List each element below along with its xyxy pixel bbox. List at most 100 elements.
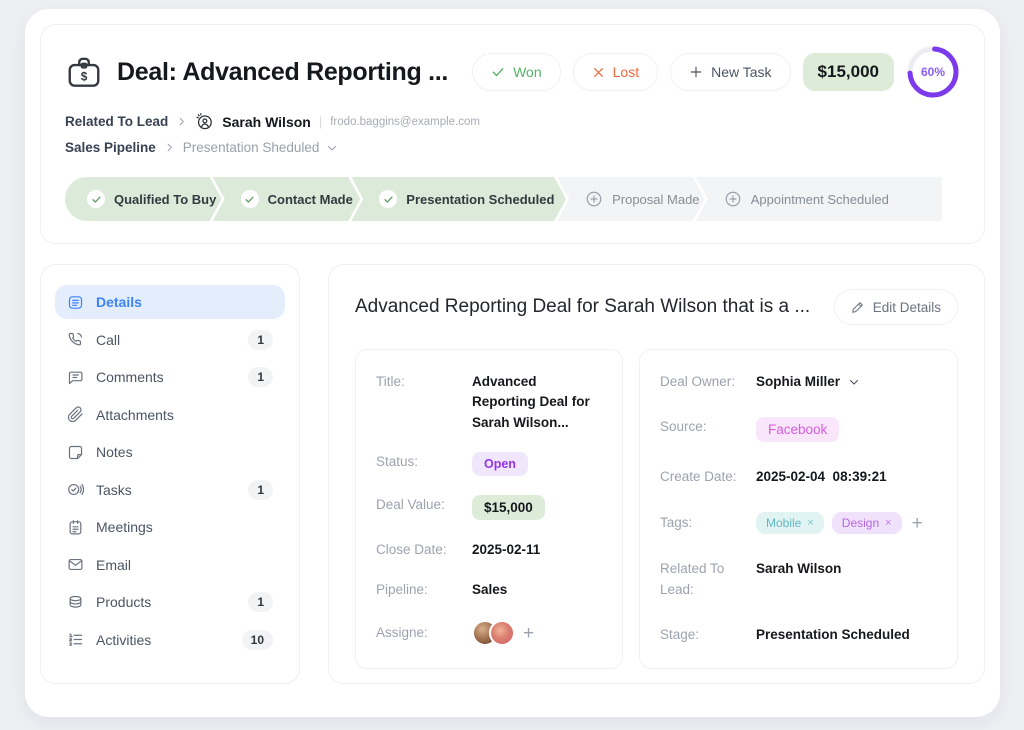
assignee-row: Assigne: + xyxy=(376,620,602,646)
stage-contact-made[interactable]: Contact Made xyxy=(213,177,361,221)
count-badge: 1 xyxy=(248,480,273,500)
field-label: Title: xyxy=(376,372,472,393)
stage-value: Presentation Scheduled xyxy=(756,625,910,645)
pipeline-stage-bar: Qualified To Buy Contact Made Presentati… xyxy=(65,177,960,221)
sidebar-item-email[interactable]: Email xyxy=(55,548,285,582)
won-label: Won xyxy=(513,64,542,80)
stage-proposal-made[interactable]: Proposal Made xyxy=(557,177,705,221)
stage-presentation-scheduled[interactable]: Presentation Scheduled xyxy=(351,177,566,221)
meeting-clipboard-icon xyxy=(67,519,84,536)
field-label: Assigne: xyxy=(376,623,472,644)
new-task-button[interactable]: New Task xyxy=(670,53,790,91)
pipeline-value: Sales xyxy=(472,580,507,600)
breadcrumb-pipeline: Sales Pipeline Presentation Sheduled xyxy=(65,140,960,155)
sidebar-item-label: Comments xyxy=(96,369,164,385)
lead-name-link[interactable]: Sarah Wilson xyxy=(222,114,311,130)
won-button[interactable]: Won xyxy=(472,53,561,91)
sidebar-item-products[interactable]: Products 1 xyxy=(55,585,285,619)
sidebar-item-label: Activities xyxy=(96,632,151,648)
count-badge: 1 xyxy=(248,330,273,350)
envelope-icon xyxy=(67,556,84,573)
add-tag-button[interactable]: + xyxy=(912,514,923,533)
stage-appointment-scheduled[interactable]: Appointment Scheduled xyxy=(696,177,942,221)
note-icon xyxy=(67,444,84,461)
sidebar-item-label: Tasks xyxy=(96,482,132,498)
sidebar-item-label: Notes xyxy=(96,444,133,460)
stage-label: Presentation Scheduled xyxy=(406,192,554,207)
close-date-value: 2025-02-11 xyxy=(472,540,540,560)
stage-label: Contact Made xyxy=(268,192,353,207)
stage-label: Appointment Scheduled xyxy=(751,192,889,207)
field-label: Deal Owner: xyxy=(660,372,756,393)
comment-icon xyxy=(67,369,84,386)
deal-value-row: Deal Value: $15,000 xyxy=(376,495,602,520)
chevron-down-icon xyxy=(326,142,338,154)
sidebar-item-attachments[interactable]: Attachments xyxy=(55,398,285,432)
stage-plus-icon xyxy=(724,190,742,208)
paperclip-icon xyxy=(67,406,84,423)
deal-page: $ Deal: Advanced Reporting ... Won Lost xyxy=(25,9,1000,717)
stage-label: Qualified To Buy xyxy=(114,192,216,207)
pipeline-name-link[interactable]: Sales Pipeline xyxy=(65,140,156,155)
details-icon xyxy=(67,294,84,311)
sidebar-item-details[interactable]: Details xyxy=(55,285,285,319)
sidebar-item-label: Call xyxy=(96,332,120,348)
tags-row: Tags: Mobile × Design × + xyxy=(660,512,937,534)
deal-owner-select[interactable]: Sophia Miller xyxy=(756,372,860,392)
sidebar-item-label: Attachments xyxy=(96,407,174,423)
lost-button[interactable]: Lost xyxy=(573,53,658,91)
plus-icon xyxy=(689,65,703,79)
field-label: Stage: xyxy=(660,625,756,646)
status-badge: Open xyxy=(472,452,528,476)
sidebar-item-tasks[interactable]: Tasks 1 xyxy=(55,473,285,507)
lead-person-icon xyxy=(195,112,214,131)
stage-label: Proposal Made xyxy=(612,192,699,207)
count-badge: 10 xyxy=(242,630,273,650)
progress-label: 60% xyxy=(906,45,960,99)
stage-select[interactable]: Presentation Sheduled xyxy=(183,140,339,155)
sidebar-item-label: Email xyxy=(96,557,131,573)
edit-details-button[interactable]: Edit Details xyxy=(834,289,958,325)
field-label: Deal Value: xyxy=(376,495,472,516)
stage-qualified-to-buy[interactable]: Qualified To Buy xyxy=(65,177,222,221)
deal-title: Advanced Reporting Deal for Sarah Wilson… xyxy=(355,296,810,318)
related-lead-row: Related To Lead: Sarah Wilson xyxy=(660,559,937,601)
new-task-label: New Task xyxy=(711,64,771,80)
tag-mobile: Mobile × xyxy=(756,512,824,534)
x-icon xyxy=(592,66,605,79)
tag-label: Design xyxy=(842,516,879,530)
pipeline-row: Pipeline: Sales xyxy=(376,580,602,601)
remove-tag-icon[interactable]: × xyxy=(885,517,891,529)
edit-details-label: Edit Details xyxy=(873,300,941,315)
remove-tag-icon[interactable]: × xyxy=(807,517,813,529)
deal-header-card: $ Deal: Advanced Reporting ... Won Lost xyxy=(40,24,985,244)
divider: | xyxy=(319,114,322,129)
sidebar-item-call[interactable]: Call 1 xyxy=(55,323,285,357)
phone-icon xyxy=(67,331,84,348)
sidebar-item-label: Details xyxy=(96,294,142,310)
chevron-right-icon xyxy=(164,142,175,153)
field-label: Status: xyxy=(376,452,472,473)
status-row: Status: Open xyxy=(376,452,602,476)
stage-plus-icon xyxy=(585,190,603,208)
field-label: Pipeline: xyxy=(376,580,472,601)
deal-amount-badge: $15,000 xyxy=(803,53,894,91)
create-date-value: 2025-02-04 08:39:21 xyxy=(756,467,887,487)
field-label: Create Date: xyxy=(660,467,756,488)
source-row: Source: Facebook xyxy=(660,417,937,442)
field-label: Source: xyxy=(660,417,756,438)
owner-row: Deal Owner: Sophia Miller xyxy=(660,372,937,393)
sidebar-item-meetings[interactable]: Meetings xyxy=(55,510,285,544)
deal-value-badge: $15,000 xyxy=(472,495,545,520)
sidebar-item-notes[interactable]: Notes xyxy=(55,435,285,469)
sidebar-item-activities[interactable]: Activities 10 xyxy=(55,623,285,657)
chevron-down-icon xyxy=(848,376,860,388)
deal-title-value: Advanced Reporting Deal for Sarah Wilson… xyxy=(472,372,602,433)
add-assignee-button[interactable]: + xyxy=(523,624,534,643)
title-row: Title: Advanced Reporting Deal for Sarah… xyxy=(376,372,602,433)
page-title: Deal: Advanced Reporting ... xyxy=(117,58,448,87)
stage-check-icon xyxy=(241,190,259,208)
sidebar-item-label: Meetings xyxy=(96,519,153,535)
field-label: Tags: xyxy=(660,513,756,534)
sidebar-item-comments[interactable]: Comments 1 xyxy=(55,360,285,394)
